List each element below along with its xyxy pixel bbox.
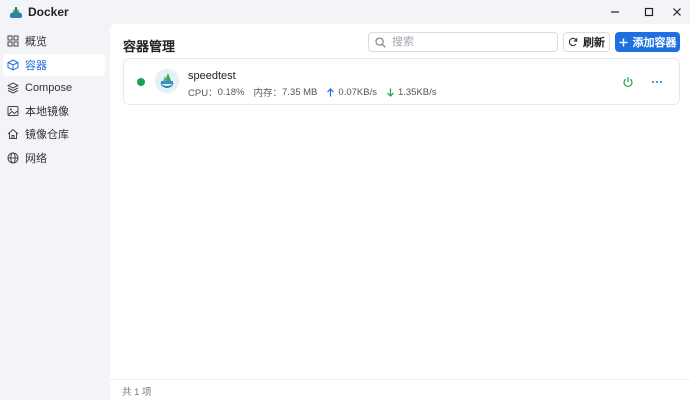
sidebar-item-registry[interactable]: 镜像仓库 [3, 123, 105, 145]
image-icon [7, 105, 19, 117]
sidebar-item-label: 网络 [25, 153, 47, 165]
sidebar-item-label: 容器 [25, 60, 47, 72]
download-speed: 1.35KB/s [397, 86, 437, 98]
sidebar-item-compose[interactable]: Compose [3, 77, 105, 99]
add-container-button[interactable]: 添加容器 [615, 32, 680, 52]
sidebar-item-containers[interactable]: 容器 [3, 54, 105, 76]
sidebar-item-label: 镜像仓库 [25, 129, 69, 141]
search-icon [375, 36, 386, 48]
main-panel: 容器管理 刷新 添加容器 speedtest CPU： 0.18% 内存 [110, 24, 690, 400]
power-icon [623, 77, 633, 87]
power-button[interactable] [622, 76, 634, 88]
close-icon [673, 8, 681, 16]
sidebar-item-network[interactable]: 网络 [3, 147, 105, 169]
memory-value: 7.35 MB [282, 86, 318, 98]
search-box[interactable] [368, 32, 558, 52]
grid-icon [7, 35, 19, 47]
maximize-icon [644, 7, 654, 17]
upload-speed: 0.07KB/s [338, 86, 377, 98]
sidebar-item-label: 本地镜像 [25, 106, 69, 118]
container-card[interactable]: speedtest CPU： 0.18% 内存： 7.35 MB 0.07KB/… [123, 58, 680, 105]
sidebar-item-label: 概览 [25, 36, 47, 48]
sidebar: 概览 容器 Compose 本地镜像 镜像仓库 网络 [0, 24, 110, 400]
minimize-icon [611, 11, 619, 13]
cpu-label: CPU： [188, 88, 218, 99]
add-container-label: 添加容器 [632, 37, 677, 49]
running-status-dot [137, 78, 145, 86]
container-name: speedtest [188, 70, 236, 82]
item-count: 共 1 项 [122, 387, 152, 398]
cpu-value: 0.18% [217, 86, 245, 98]
layers-icon [7, 82, 19, 94]
sidebar-item-local-images[interactable]: 本地镜像 [3, 100, 105, 122]
maximize-button[interactable] [634, 0, 664, 24]
download-arrow-icon [387, 88, 394, 97]
cube-icon [7, 59, 19, 71]
more-dots-icon [652, 81, 662, 83]
globe-icon [7, 152, 19, 164]
refresh-button[interactable]: 刷新 [563, 32, 610, 52]
search-input[interactable] [392, 36, 552, 48]
more-options-button[interactable] [650, 76, 664, 88]
container-stats: CPU： 0.18% 内存： 7.35 MB 0.07KB/s 1.35KB/s [188, 85, 437, 100]
docker-logo-icon [8, 4, 24, 20]
refresh-label: 刷新 [583, 37, 605, 49]
minimize-button[interactable] [600, 0, 630, 24]
close-button[interactable] [662, 0, 690, 24]
plus-icon [619, 38, 627, 46]
sidebar-item-label: Compose [25, 82, 73, 94]
refresh-icon [568, 37, 578, 47]
page-title: 容器管理 [123, 39, 176, 54]
sidebar-item-overview[interactable]: 概览 [3, 30, 105, 52]
app-title: Docker [28, 5, 69, 19]
upload-arrow-icon [327, 87, 335, 96]
speedtest-logo-icon [155, 69, 179, 93]
title-bar: Docker [0, 0, 690, 24]
memory-label: 内存： [253, 88, 283, 99]
home-icon [7, 128, 19, 140]
footer: 共 1 项 [110, 379, 690, 400]
